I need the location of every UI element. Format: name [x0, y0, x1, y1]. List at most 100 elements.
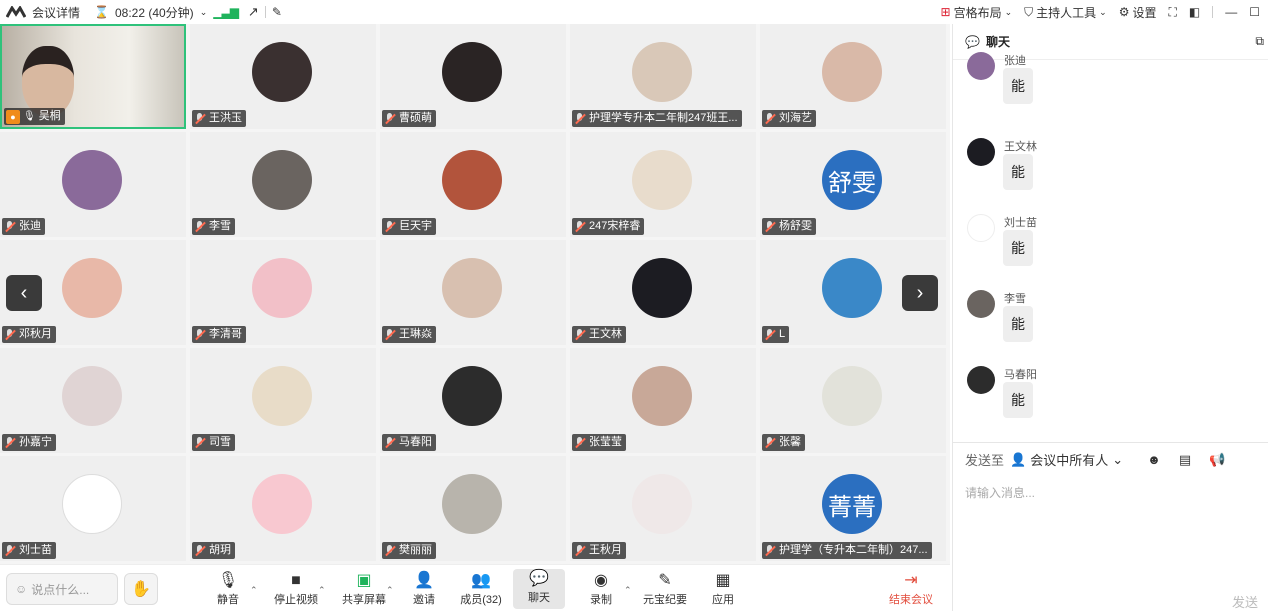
- settings-button[interactable]: ⚙ 设置: [1119, 4, 1157, 21]
- participant-tile[interactable]: ● 🎙 吴桐: [0, 24, 186, 129]
- participant-name: 张莹莹: [589, 436, 622, 448]
- participant-tile[interactable]: 王洪玉: [190, 24, 376, 129]
- next-page-arrow[interactable]: ›: [902, 275, 938, 311]
- sender-avatar[interactable]: [967, 138, 995, 166]
- participant-nametag: 王文林: [572, 326, 626, 343]
- mic-muted-icon: [764, 544, 776, 557]
- meeting-logo-icon: [6, 6, 26, 18]
- stop-video-button[interactable]: ■ 停止视频: [268, 571, 324, 611]
- chevron-down-icon[interactable]: ⌄: [200, 7, 208, 18]
- invite-button[interactable]: 👤 邀请: [396, 571, 452, 611]
- chevron-down-icon: ⌄: [1112, 451, 1124, 467]
- participant-nametag: ● 🎙 吴桐: [4, 108, 65, 125]
- participant-name: 李清哥: [209, 328, 242, 340]
- participant-name: 曹硕萌: [399, 112, 432, 124]
- mic-muted-icon: [194, 112, 206, 125]
- participant-tile[interactable]: 孙嘉宁: [0, 348, 186, 453]
- participant-tile[interactable]: 护理学专升本二年制247班王...: [570, 24, 756, 129]
- chat-icon: 💬: [965, 34, 980, 49]
- stop-video-label: 停止视频: [274, 594, 318, 606]
- participant-avatar: [252, 42, 312, 102]
- send-to-label: 发送至: [965, 453, 1005, 468]
- participant-avatar: [252, 366, 312, 426]
- fullscreen-icon[interactable]: ⛶: [1168, 5, 1176, 20]
- participant-tile[interactable]: 刘士苗: [0, 456, 186, 561]
- share-screen-button[interactable]: ▣ 共享屏幕: [336, 571, 392, 611]
- megaphone-icon[interactable]: 📢: [1209, 452, 1225, 468]
- sidebar-toggle-icon[interactable]: ◧: [1189, 5, 1200, 19]
- sender-avatar[interactable]: [967, 366, 995, 394]
- participant-name: 王文林: [589, 328, 622, 340]
- layout-menu[interactable]: ⊞ 宫格布局 ⌄: [941, 4, 1013, 21]
- participant-tile[interactable]: 舒雯 杨舒雯: [760, 132, 946, 237]
- yuanbao-summary-button[interactable]: ✎ 元宝纪要: [637, 571, 693, 611]
- participant-tile[interactable]: 巨天宇: [380, 132, 566, 237]
- participant-tile[interactable]: 胡玥: [190, 456, 376, 561]
- participant-tile[interactable]: 刘海艺: [760, 24, 946, 129]
- chat-button[interactable]: 💬 聊天: [513, 569, 565, 609]
- send-button[interactable]: 发送: [1232, 592, 1258, 611]
- participant-tile[interactable]: 王秋月: [570, 456, 756, 561]
- meeting-details-link[interactable]: 会议详情: [32, 4, 80, 21]
- share-options-caret[interactable]: ⌃: [386, 585, 394, 596]
- participant-tile[interactable]: 张莹莹: [570, 348, 756, 453]
- participant-tile[interactable]: 樊丽丽: [380, 456, 566, 561]
- participant-tile[interactable]: 曹硕萌: [380, 24, 566, 129]
- participant-name: 护理学（专升本二年制）247...: [779, 544, 928, 556]
- participant-tile[interactable]: 菁菁 护理学（专升本二年制）247...: [760, 456, 946, 561]
- participant-avatar: [252, 258, 312, 318]
- participant-avatar: [632, 366, 692, 426]
- participant-tile[interactable]: 马春阳: [380, 348, 566, 453]
- participant-tile[interactable]: 李清哥: [190, 240, 376, 345]
- participant-nametag: 247宋梓睿: [572, 218, 645, 235]
- participant-avatar: [822, 42, 882, 102]
- add-user-icon: 👤: [414, 572, 434, 589]
- participant-name: 张馨: [779, 436, 801, 448]
- sender-avatar[interactable]: [967, 290, 995, 318]
- participant-avatar: 舒雯: [822, 150, 882, 210]
- mute-button[interactable]: 🎙 静音: [200, 571, 256, 611]
- end-meeting-button[interactable]: ⇥ 结束会议: [883, 571, 939, 611]
- prev-page-arrow[interactable]: ‹: [6, 275, 42, 311]
- reaction-input[interactable]: ☺ 说点什么...: [6, 573, 118, 605]
- meeting-timer[interactable]: 08:22 (40分钟): [115, 4, 194, 21]
- minimize-icon[interactable]: —: [1225, 5, 1237, 19]
- participant-avatar: [442, 42, 502, 102]
- chat-message: 李雪能: [967, 290, 1167, 346]
- participant-tile[interactable]: 王文林: [570, 240, 756, 345]
- recipient-selector[interactable]: 👤 会议中所有人 ⌄: [1010, 450, 1123, 469]
- participant-name: 刘海艺: [779, 112, 812, 124]
- chat-label: 聊天: [528, 592, 550, 604]
- maximize-icon[interactable]: ☐: [1249, 5, 1260, 19]
- members-button[interactable]: 👥 成员(32): [453, 571, 509, 611]
- layout-label: 宫格布局: [953, 5, 1002, 20]
- participant-tile[interactable]: 王琳焱: [380, 240, 566, 345]
- external-link-icon[interactable]: ↗: [248, 4, 259, 20]
- folder-icon[interactable]: ▤: [1179, 452, 1191, 468]
- sender-avatar[interactable]: [967, 214, 995, 242]
- popout-icon[interactable]: ⧉: [1255, 34, 1264, 49]
- emoji-icon[interactable]: ☻: [1147, 452, 1161, 467]
- participant-tile[interactable]: 张馨: [760, 348, 946, 453]
- mic-muted-icon: [574, 436, 586, 449]
- participant-tile[interactable]: 李雪: [190, 132, 376, 237]
- raise-hand-button[interactable]: ✋: [124, 573, 158, 605]
- participant-name: 司雪: [209, 436, 231, 448]
- message-input[interactable]: 请输入消息...: [965, 484, 1035, 501]
- mute-options-caret[interactable]: ⌃: [250, 585, 258, 596]
- microphone-icon: 🎙: [217, 572, 239, 589]
- record-options-caret[interactable]: ⌃: [624, 585, 632, 596]
- sender-name: 马春阳: [1004, 369, 1037, 381]
- participant-nametag: 邓秋月: [2, 326, 56, 343]
- participant-tile[interactable]: 张迪: [0, 132, 186, 237]
- participant-tile[interactable]: 司雪: [190, 348, 376, 453]
- participant-avatar: [442, 150, 502, 210]
- tencent-meeting-icon[interactable]: ✎: [272, 5, 282, 19]
- participant-tile[interactable]: 247宋梓睿: [570, 132, 756, 237]
- record-button[interactable]: ◉ 录制: [573, 571, 629, 611]
- apps-button[interactable]: ▦ 应用: [695, 571, 751, 611]
- host-tools-menu[interactable]: ⛉ 主持人工具 ⌄: [1024, 4, 1107, 21]
- video-options-caret[interactable]: ⌃: [318, 585, 326, 596]
- settings-label: 设置: [1132, 5, 1157, 20]
- sender-avatar[interactable]: [967, 52, 995, 80]
